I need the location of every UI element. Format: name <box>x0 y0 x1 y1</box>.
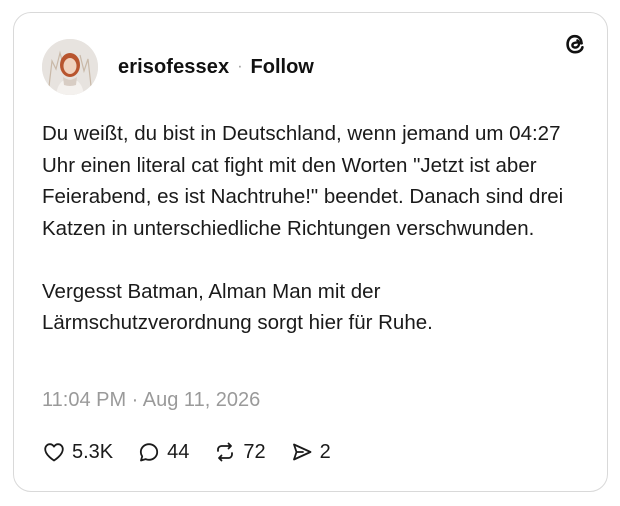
send-icon <box>292 443 312 461</box>
post-paragraph: Vergesst Batman, Alman Man mit der Lärms… <box>42 279 433 335</box>
separator-dot: · <box>237 58 243 75</box>
reply-button[interactable]: 44 <box>137 440 189 464</box>
speech-bubble-icon <box>140 443 159 462</box>
repost-count: 72 <box>243 440 266 463</box>
action-bar: 5.3K 44 72 2 <box>42 437 355 467</box>
share-button[interactable]: 2 <box>290 440 331 464</box>
reply-count: 44 <box>167 440 190 463</box>
follow-button[interactable]: Follow <box>251 56 314 79</box>
like-count: 5.3K <box>72 440 114 463</box>
repost-button[interactable]: 72 <box>213 440 266 464</box>
threads-logo-icon[interactable] <box>561 30 589 58</box>
avatar-image <box>42 39 98 95</box>
post-timestamp[interactable]: 11:04 PM · Aug 11, 2026 <box>42 389 260 412</box>
username[interactable]: erisofessex <box>118 56 229 79</box>
heart-icon <box>44 443 64 462</box>
post-header: erisofessex · Follow <box>42 37 314 97</box>
avatar[interactable] <box>42 39 98 95</box>
share-count: 2 <box>319 440 331 463</box>
post-body: Du weißt, du bist in Deutschland, wenn j… <box>42 118 590 339</box>
like-button[interactable]: 5.3K <box>42 440 113 464</box>
post-paragraph: Du weißt, du bist in Deutschland, wenn j… <box>42 122 564 240</box>
post-card: erisofessex · Follow Du weißt, du bist i… <box>13 12 608 492</box>
repost-arrows-icon <box>217 442 234 462</box>
